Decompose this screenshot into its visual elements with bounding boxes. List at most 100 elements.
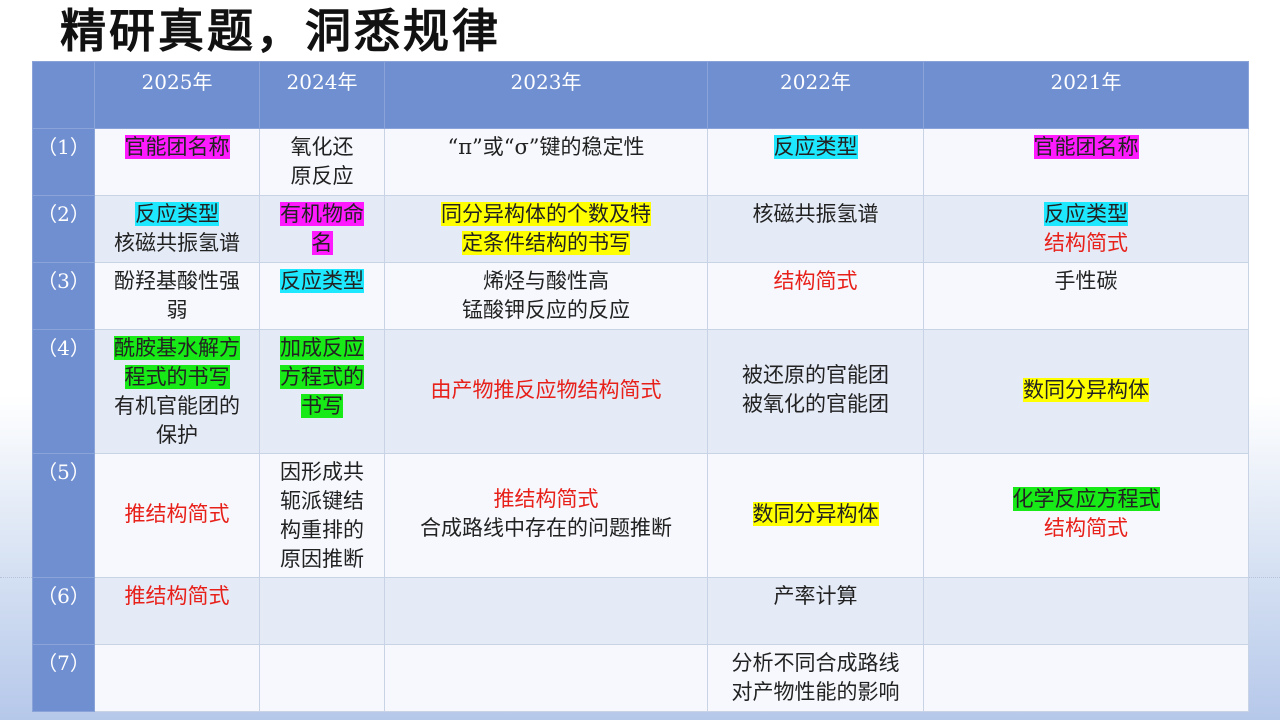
topic-text: 烯烃与酸性高 — [483, 269, 609, 293]
cell-content: 由产物推反应物结构简式 — [385, 330, 707, 405]
cell-line: 名 — [264, 229, 380, 258]
cell-line: 加成反应 — [264, 334, 380, 363]
cell-line: 手性碳 — [928, 267, 1244, 296]
cell-line: 锰酸钾反应的反应 — [389, 296, 703, 325]
cell-line: 书写 — [264, 392, 380, 421]
cell-content — [924, 645, 1248, 649]
cell-content: 同分异构体的个数及特 定条件结构的书写 — [385, 196, 707, 258]
cell-content: 推结构简式合成路线中存在的问题推断 — [385, 454, 707, 543]
table-row: （4） 酰胺基水解方程式的书写 有机官能团的保护 加成反应 方程式的 书写 由产物推反应物结… — [32, 329, 1249, 454]
cell-line: 同分异构体的个数及特 — [389, 200, 703, 229]
cell-content: 有机物命名 — [260, 196, 384, 258]
row-label: （2） — [32, 195, 95, 263]
table-cell: 烯烃与酸性高 锰酸钾反应的反应 — [384, 262, 708, 330]
cell-line: 官能团名称 — [928, 133, 1244, 162]
cell-line: 数同分异构体 — [928, 376, 1244, 405]
row-label: （5） — [32, 453, 95, 578]
table-cell: 反应类型 — [707, 128, 924, 196]
cell-content — [260, 578, 384, 582]
topic-text: 锰酸钾反应的反应 — [462, 298, 630, 322]
table-row: （6） 推结构简式 产率计算 — [32, 577, 1249, 645]
red-topic: 推结构简式 — [493, 487, 599, 511]
highlighted-topic: 定条件结构的书写 — [462, 231, 630, 255]
cell-content: 加成反应 方程式的 书写 — [260, 330, 384, 421]
cell-content — [385, 645, 707, 649]
cell-line: 原反应 — [264, 162, 380, 191]
cell-content: 推结构简式 — [95, 454, 259, 529]
cell-content: 数同分异构体 — [924, 330, 1248, 405]
topic-text: 轭派键结 — [280, 489, 364, 513]
cell-line: 反应类型 — [264, 267, 380, 296]
table-cell — [384, 577, 708, 645]
cell-line: 弱 — [99, 296, 255, 325]
cell-content: 酚羟基酸性强弱 — [95, 263, 259, 325]
cell-content: 氧化还 原反应 — [260, 129, 384, 191]
cell-line: 反应类型 — [712, 133, 919, 162]
table-cell: 推结构简式 — [94, 577, 260, 645]
cell-line: 程式的书写 — [99, 363, 255, 392]
cell-content: 官能团名称 — [95, 129, 259, 162]
cell-line: 分析不同合成路线 — [712, 649, 919, 678]
table-cell: 化学反应方程式 结构简式 — [923, 453, 1249, 578]
table-cell — [923, 644, 1249, 712]
cell-content: 烯烃与酸性高 锰酸钾反应的反应 — [385, 263, 707, 325]
cell-content: 核磁共振氢谱 — [708, 196, 923, 229]
highlighted-topic: 数同分异构体 — [752, 502, 879, 526]
table-cell — [259, 644, 385, 712]
header-row: 2025年 2024年 2023年 2022年 2021年 — [32, 61, 1249, 129]
table-cell — [94, 644, 260, 712]
table-cell: 官能团名称 — [94, 128, 260, 196]
table-cell: 反应类型 结构简式 — [923, 195, 1249, 263]
cell-line: 烯烃与酸性高 — [389, 267, 703, 296]
cell-line: 对产物性能的影响 — [712, 678, 919, 707]
cell-content — [260, 645, 384, 649]
table-cell: 结构简式 — [707, 262, 924, 330]
table-cell: 酚羟基酸性强弱 — [94, 262, 260, 330]
table-cell: 分析不同合成路线 对产物性能的影响 — [707, 644, 924, 712]
cell-line: “π”或“σ”键的稳定性 — [389, 133, 703, 162]
table-row: （2） 反应类型 核磁共振氢谱 有机物命名同分异构体的个数及特 定条件结构的书写 核磁共振… — [32, 195, 1249, 263]
cell-line: 推结构简式 — [99, 582, 255, 611]
cell-content: 数同分异构体 — [708, 454, 923, 529]
cell-line: 产率计算 — [712, 582, 919, 611]
topic-text: 有机官能团的 — [114, 394, 240, 418]
topic-text: 对产物性能的影响 — [731, 680, 900, 704]
table-cell: 氧化还 原反应 — [259, 128, 385, 196]
table-cell: 同分异构体的个数及特 定条件结构的书写 — [384, 195, 708, 263]
cell-content: 因形成共 轭派键结 构重排的 原因推断 — [260, 454, 384, 574]
highlighted-topic: 官能团名称 — [124, 135, 230, 159]
row-label: （4） — [32, 329, 95, 454]
table-cell: 产率计算 — [707, 577, 924, 645]
topic-text: 合成路线中存在的问题推断 — [420, 516, 672, 540]
topic-text: 氧化还 — [290, 135, 354, 159]
cell-line: 保护 — [99, 421, 255, 450]
cell-line: 构重排的 — [264, 516, 380, 545]
highlighted-topic: 反应类型 — [280, 269, 364, 293]
highlighted-topic: 书写 — [301, 394, 343, 418]
cell-line: 酚羟基酸性强 — [99, 267, 255, 296]
topic-text: 产率计算 — [773, 584, 858, 608]
highlighted-topic: 酰胺基水解方 — [114, 336, 240, 360]
table-cell: 加成反应 方程式的 书写 — [259, 329, 385, 454]
topic-text: 核磁共振氢谱 — [114, 231, 240, 255]
red-topic: 推结构简式 — [124, 502, 230, 526]
highlighted-topic: 加成反应 — [280, 336, 364, 360]
header-year-2021: 2021年 — [923, 61, 1249, 129]
row-label: （7） — [32, 644, 95, 712]
cell-content: 官能团名称 — [924, 129, 1248, 162]
row-label: （1） — [32, 128, 95, 196]
exam-topics-table: 2025年 2024年 2023年 2022年 2021年 （1） 官能团名称 氧化… — [32, 61, 1249, 712]
table-cell: 官能团名称 — [923, 128, 1249, 196]
topic-text: 核磁共振氢谱 — [752, 202, 879, 226]
cell-line: 有机物命 — [264, 200, 380, 229]
topic-text: 原反应 — [290, 164, 354, 188]
topic-text: 手性碳 — [1054, 269, 1118, 293]
header-year-2022: 2022年 — [707, 61, 924, 129]
table-cell: 推结构简式 — [94, 453, 260, 578]
highlighted-topic: 反应类型 — [135, 202, 219, 226]
cell-content: 分析不同合成路线 对产物性能的影响 — [708, 645, 923, 707]
topic-text: 弱 — [166, 298, 188, 322]
header-corner-cell — [32, 61, 95, 129]
red-topic: 推结构简式 — [124, 584, 230, 608]
header-year-2024: 2024年 — [259, 61, 385, 129]
